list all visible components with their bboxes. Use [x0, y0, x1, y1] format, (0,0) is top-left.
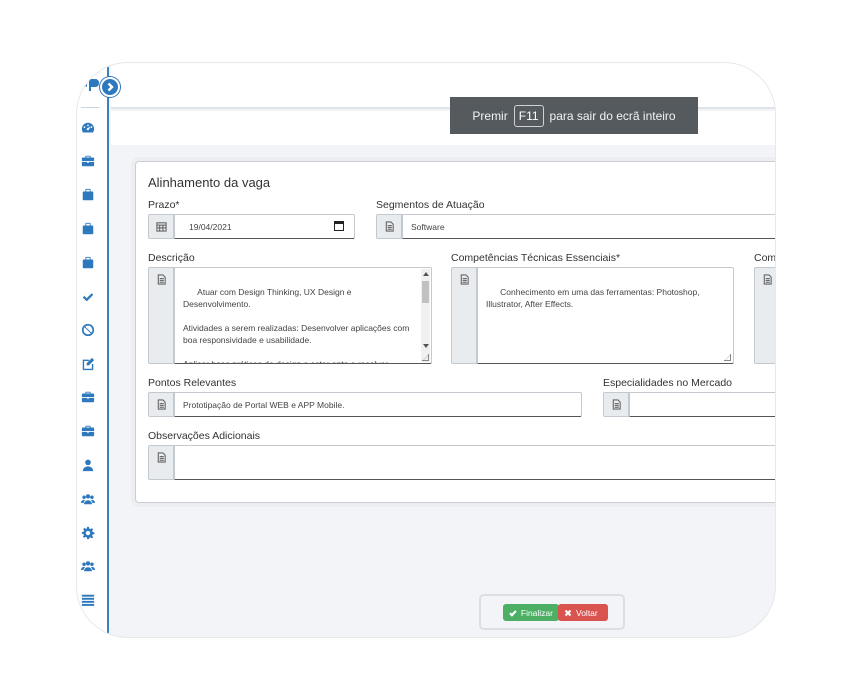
market-specialties-label: Especialidades no Mercado — [603, 377, 732, 389]
date-picker-icon[interactable] — [334, 221, 344, 231]
technical-skills-label: Competências Técnicas Essenciais* — [451, 252, 621, 264]
check-icon[interactable] — [80, 289, 96, 305]
technical-skills-addon — [451, 267, 477, 364]
resize-handle[interactable] — [422, 354, 429, 361]
suitcase-icon[interactable] — [80, 255, 96, 271]
key-points-input[interactable]: Prototipação de Portal WEB e APP Mobile. — [174, 392, 582, 417]
chevron-right-icon — [107, 82, 114, 92]
key-points-addon — [148, 392, 174, 417]
fullscreen-tip-suffix: para sair do ecrã inteiro — [549, 108, 676, 123]
additional-notes-label: Observações Adicionais — [148, 430, 261, 442]
fullscreen-tip-prefix: Premir — [472, 108, 508, 123]
segments-value: Software — [411, 222, 445, 232]
fullscreen-tip-key: F11 — [513, 104, 544, 127]
logo — [79, 77, 99, 95]
back-button[interactable]: Voltar — [558, 604, 608, 621]
document-icon — [763, 274, 772, 285]
users-icon[interactable] — [80, 558, 96, 574]
technical-skills-textarea[interactable]: Conhecimento em uma das ferramentas: Pho… — [477, 267, 734, 364]
app-window: Premir F11 para sair do ecrã inteiro Ali… — [76, 62, 776, 638]
gear-icon[interactable] — [80, 525, 96, 541]
document-icon — [385, 221, 394, 232]
segments-addon — [376, 214, 402, 239]
description-value: Atuar com Design Thinking, UX Design e D… — [183, 287, 410, 364]
document-icon — [157, 452, 166, 463]
action-bar: Finalizar Voltar — [479, 594, 625, 630]
market-specialties-input[interactable] — [629, 392, 775, 417]
market-specialties-addon — [603, 392, 629, 417]
suitcase-icon[interactable] — [80, 187, 96, 203]
additional-notes-addon — [148, 445, 174, 480]
check-icon — [509, 609, 517, 617]
close-icon — [564, 609, 572, 616]
ban-icon[interactable] — [80, 322, 96, 338]
description-textarea[interactable]: Atuar com Design Thinking, UX Design e D… — [174, 267, 432, 364]
back-button-label: Voltar — [576, 607, 598, 618]
suitcase-icon[interactable] — [80, 221, 96, 237]
list-icon[interactable] — [80, 592, 96, 608]
document-icon — [460, 274, 469, 285]
user-icon[interactable] — [80, 457, 96, 473]
calendar-icon — [155, 222, 167, 232]
third-column-addon — [754, 267, 775, 364]
document-icon — [157, 274, 166, 285]
users-icon[interactable] — [80, 491, 96, 507]
additional-notes-input[interactable] — [174, 445, 775, 480]
sidebar — [77, 63, 109, 637]
technical-skills-value: Conhecimento em uma das ferramentas: Pho… — [486, 287, 702, 309]
document-icon — [612, 399, 621, 410]
key-points-value: Prototipação de Portal WEB e APP Mobile. — [183, 400, 345, 410]
description-label: Descrição — [148, 252, 195, 264]
briefcase-icon[interactable] — [80, 423, 96, 439]
third-column-label: Comp — [754, 252, 776, 264]
description-scrollbar[interactable] — [421, 269, 430, 362]
deadline-label: Prazo* — [148, 199, 180, 211]
dashboard-icon[interactable] — [80, 120, 96, 136]
key-points-label: Pontos Relevantes — [148, 377, 237, 389]
sidebar-divider — [81, 107, 99, 108]
fullscreen-tip: Premir F11 para sair do ecrã inteiro — [450, 97, 698, 134]
description-addon — [148, 267, 174, 364]
segments-label: Segmentos de Atuação — [376, 199, 485, 211]
panel-title: Alinhamento da vaga — [148, 175, 271, 190]
calendar-addon — [148, 214, 174, 239]
briefcase-icon[interactable] — [80, 389, 96, 405]
document-icon — [157, 399, 166, 410]
sidebar-toggle-button[interactable] — [100, 77, 120, 97]
edit-icon[interactable] — [80, 356, 96, 372]
segments-input[interactable]: Software — [402, 214, 775, 239]
deadline-value: 19/04/2021 — [189, 222, 232, 232]
deadline-input[interactable]: 19/04/2021 — [174, 214, 355, 239]
briefcase-icon[interactable] — [80, 153, 96, 169]
finish-button[interactable]: Finalizar — [503, 604, 559, 621]
job-alignment-panel: Alinhamento da vaga Prazo* 19/04/2021 Se… — [135, 161, 776, 503]
finish-button-label: Finalizar — [520, 607, 553, 618]
resize-handle[interactable] — [724, 354, 731, 361]
